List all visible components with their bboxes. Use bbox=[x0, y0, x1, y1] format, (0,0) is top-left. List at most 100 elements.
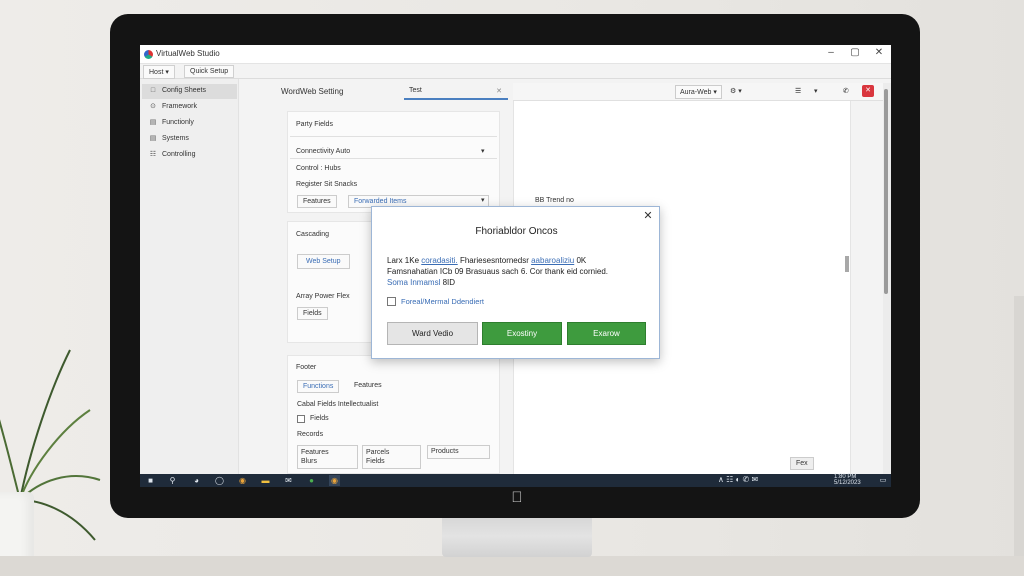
message-text: Famsnahatian ICb 09 Brasuaus sach 6. Cor… bbox=[387, 267, 609, 276]
app-logo-icon bbox=[144, 50, 153, 59]
view-dropdown[interactable]: Aura‑Web ▾ bbox=[675, 85, 722, 99]
list-icon[interactable]: ☰ bbox=[795, 87, 801, 95]
folder-icon[interactable]: ▬ bbox=[260, 475, 271, 486]
checkbox-group-header: Cabal Fields Intellectualist bbox=[297, 401, 379, 408]
document-icon: ▤ bbox=[149, 135, 157, 142]
clock[interactable]: 1:80 PM 5/12/2023 bbox=[834, 474, 861, 486]
sidebar-item-framework[interactable]: ⊙ Framework bbox=[142, 100, 237, 115]
shield-icon[interactable]: ◯ bbox=[214, 475, 225, 486]
tab-functions[interactable]: Functions bbox=[297, 380, 340, 393]
dialog-message: Larx 1Ke coradasiti. Fhariesesntornedsr … bbox=[387, 255, 651, 288]
grid-cell[interactable]: Products bbox=[427, 445, 490, 459]
chevron-down-icon[interactable]: ▾ bbox=[814, 87, 818, 95]
tab-input[interactable]: Test ✕ bbox=[404, 83, 508, 100]
app-icon[interactable]: ● bbox=[306, 475, 317, 486]
chat-icon[interactable]: ◕ bbox=[191, 475, 202, 486]
sidebar-item-config-sheets[interactable]: □ Config Sheets bbox=[142, 84, 237, 99]
dialog-checkbox-label[interactable]: Foreal/Mermal Ddendiert bbox=[401, 297, 484, 306]
sidebar-item-label: Controlling bbox=[162, 151, 196, 158]
settings-panel-header: WordWeb Setting Test ✕ bbox=[276, 83, 508, 100]
sheet-icon: □ bbox=[150, 87, 156, 94]
canvas-scroll-thumb[interactable] bbox=[845, 256, 849, 272]
web-setup-button[interactable]: Web Setup bbox=[297, 254, 350, 269]
desk-surface bbox=[0, 556, 1024, 576]
sidebar-item-label: Config Sheets bbox=[162, 87, 206, 94]
cell-text: Products bbox=[431, 448, 459, 455]
clear-icon[interactable]: ✕ bbox=[496, 87, 502, 95]
message-text: 8ID bbox=[440, 278, 456, 287]
array-label: Array Power Flex bbox=[296, 293, 350, 300]
card-title: Cascading bbox=[296, 231, 330, 238]
fields-checkbox[interactable] bbox=[297, 415, 305, 423]
records-label: Records bbox=[297, 431, 324, 438]
document-icon: ▤ bbox=[149, 119, 157, 126]
fields-checkbox-label: Fields bbox=[310, 415, 329, 422]
chrome-icon[interactable]: ◉ bbox=[237, 475, 248, 486]
grid-cell[interactable]: Features Blurs bbox=[297, 445, 358, 469]
quick-setup-menu[interactable]: Quick Setup bbox=[184, 65, 235, 78]
sidebar-item-functionly[interactable]: ▤ Functionly bbox=[142, 116, 237, 131]
cell-text: Blurs bbox=[301, 458, 317, 465]
dialog-checkbox[interactable] bbox=[387, 297, 396, 306]
exostiny-button[interactable]: Exostiny bbox=[482, 322, 562, 345]
cell-text: Parcels bbox=[366, 449, 390, 456]
menubar: Host ▾ Quick Setup bbox=[140, 64, 891, 79]
fields-button[interactable]: Fields bbox=[297, 307, 328, 320]
chevron-down-icon[interactable]: ▾ bbox=[481, 147, 485, 155]
search-icon[interactable]: ⚲ bbox=[167, 475, 178, 486]
canvas-label: BB Trend no bbox=[535, 197, 574, 204]
card-title: Party Fields bbox=[296, 121, 333, 128]
chevron-down-icon[interactable]: ▾ bbox=[481, 196, 485, 204]
taskbar: ■ ⚲ ◕ ◯ ◉ ▬ ✉ ● ◉ ∧ ☷ ◐ ✆ ✉ 1:80 PM 5/12… bbox=[140, 474, 891, 487]
divider bbox=[290, 136, 497, 137]
ward-vedio-button[interactable]: Ward Vedio bbox=[387, 322, 478, 345]
maximize-button[interactable]: ▢ bbox=[848, 47, 862, 58]
active-app-icon[interactable]: ◉ bbox=[329, 475, 340, 486]
sidebar-item-controlling[interactable]: ☷ Controlling bbox=[142, 148, 237, 163]
features-button[interactable]: Features bbox=[297, 195, 337, 208]
dialog-close-icon[interactable]: ✕ bbox=[641, 209, 655, 222]
control-row: Control : Hubs bbox=[296, 165, 341, 172]
exarow-button[interactable]: Exarow bbox=[567, 322, 646, 345]
dialog-title: Fhoriabldor Oncos bbox=[475, 226, 558, 237]
window-titlebar: VirtualWeb Studio – ▢ ✕ bbox=[140, 45, 891, 64]
modal-dialog: ✕ Fhoriabldor Oncos Larx 1Ke coradasiti.… bbox=[371, 206, 660, 359]
fex-button[interactable]: Fex bbox=[790, 457, 814, 470]
sidebar-item-systems[interactable]: ▤ Systems bbox=[142, 132, 237, 147]
red-close-icon[interactable]: ✕ bbox=[862, 85, 874, 97]
start-icon[interactable]: ■ bbox=[145, 475, 156, 486]
close-button[interactable]: ✕ bbox=[872, 47, 886, 58]
card-title: Footer bbox=[296, 364, 317, 371]
register-row: Register Sit Snacks bbox=[296, 181, 358, 188]
tab-input-value: Test bbox=[409, 87, 422, 94]
tab-features[interactable]: Features bbox=[354, 382, 382, 389]
divider bbox=[290, 158, 497, 159]
host-menu[interactable]: Host ▾ bbox=[143, 65, 175, 79]
message-text: Fhariesesntornedsr bbox=[457, 256, 532, 265]
cell-text: Features bbox=[301, 449, 329, 456]
message-text: Larx 1Ke bbox=[387, 256, 422, 265]
screen: VirtualWeb Studio – ▢ ✕ Host ▾ Quick Set… bbox=[140, 45, 891, 487]
sidebar: □ Config Sheets ⊙ Framework ▤ Functionly… bbox=[140, 79, 239, 474]
phone-icon[interactable]: ✆ bbox=[843, 87, 849, 95]
system-tray-icons[interactable]: ∧ ☷ ◐ ✆ ✉ bbox=[718, 475, 758, 484]
scrollbar-thumb[interactable] bbox=[884, 89, 888, 294]
sidebar-item-label: Framework bbox=[162, 103, 198, 110]
mail-icon[interactable]: ✉ bbox=[283, 475, 294, 486]
grid-cell[interactable]: Parcels Fields bbox=[362, 445, 421, 469]
message-link[interactable]: aabaroaliziu bbox=[531, 256, 574, 265]
right-column bbox=[850, 101, 882, 474]
canvas-toolbar: Aura‑Web ▾ ⚙ ▾ ☰ ▾ ✆ ✕ bbox=[513, 83, 883, 101]
message-text: 0K bbox=[574, 256, 587, 265]
sidebar-item-label: Functionly bbox=[162, 119, 194, 126]
message-link[interactable]: Soma Inmamsl bbox=[387, 278, 440, 287]
target-icon: ⊙ bbox=[150, 103, 156, 110]
picture-frame-edge bbox=[1014, 296, 1024, 556]
cell-text: Fields bbox=[366, 458, 385, 465]
message-link[interactable]: coradasiti. bbox=[421, 256, 457, 265]
minimize-button[interactable]: – bbox=[824, 47, 838, 58]
gear-icon[interactable]: ⚙ ▾ bbox=[730, 87, 742, 95]
connectivity-dropdown[interactable]: Connectivity Auto bbox=[296, 148, 350, 155]
window-title: VirtualWeb Studio bbox=[156, 49, 220, 58]
show-desktop-icon[interactable]: ▭ bbox=[877, 475, 889, 486]
